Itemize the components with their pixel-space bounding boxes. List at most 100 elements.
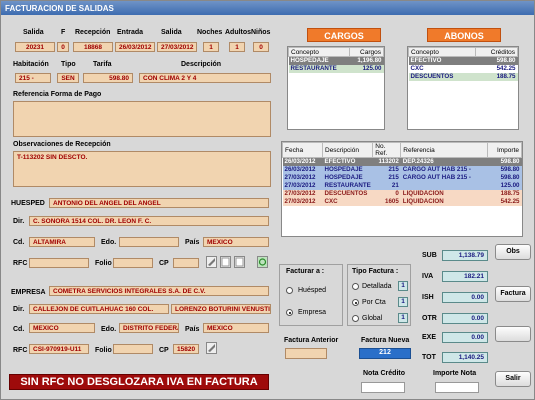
mov-cell-fecha: 27/03/2012 — [282, 173, 323, 182]
noches-field[interactable]: 1 — [203, 42, 219, 52]
mov-cell-fecha: 27/03/2012 — [282, 197, 323, 206]
huesped-pais-field[interactable]: MEXICO — [203, 237, 269, 247]
mov-col-referencia[interactable]: Referencia — [400, 142, 488, 158]
total-label-sub: SUB — [422, 252, 437, 259]
observaciones-label: Observaciones de Recepción — [13, 141, 111, 148]
abonos-row[interactable]: EFECTIVO 598.80 — [408, 56, 518, 65]
huesped-name-field[interactable]: ANTONIO DEL ANGEL DEL ANGEL — [49, 198, 269, 208]
mov-cell-ref: 21 — [372, 181, 401, 190]
abonos-grid[interactable]: Concepto Créditos EFECTIVO 598.80 CXC 542.2… — [407, 46, 519, 130]
mov-row[interactable]: 27/03/2012 HOSPEDAJE 215 CARGO AUT HAB 215 … — [282, 173, 522, 182]
document-copy-icon[interactable] — [234, 256, 245, 268]
importe-nota-field[interactable] — [435, 382, 479, 393]
cargos-col-concepto[interactable]: Concepto — [288, 47, 350, 57]
mov-cell-fecha: 26/03/2012 — [282, 165, 323, 174]
empresa-edo-field[interactable]: DISTRITO FEDERAL — [119, 323, 179, 333]
huesped-cp-field[interactable] — [173, 258, 199, 268]
cargos-row[interactable]: HOSPEDAJE 1,196.80 — [288, 56, 384, 65]
abonos-row[interactable]: DESCUENTOS 188.75 — [408, 72, 518, 81]
mov-cell-desc: DESCUENTOS — [322, 189, 373, 198]
label-tarifa: Tarifa — [93, 61, 112, 68]
label-noches: Noches — [197, 29, 223, 36]
abonos-col-creditos[interactable]: Créditos — [475, 47, 518, 57]
empresa-cd-field[interactable]: MEXICO — [29, 323, 95, 333]
radio-porcta[interactable] — [352, 299, 359, 306]
tool-icon[interactable] — [206, 256, 217, 268]
observaciones-field[interactable]: T-113202 SIN DESCTO. — [13, 151, 271, 187]
total-label-otr: OTR — [422, 315, 437, 322]
movimientos-grid[interactable]: Fecha Descripción No. Ref. Referencia Im… — [281, 141, 523, 237]
cargos-grid[interactable]: Concepto Cargos HOSPEDAJE 1,196.80 RESTAUR… — [287, 46, 385, 130]
ninos-field[interactable]: 0 — [253, 42, 269, 52]
empresa-pais-field[interactable]: MEXICO — [203, 323, 269, 333]
f-field[interactable]: 0 — [57, 42, 69, 52]
huesped-cd-field[interactable]: ALTAMIRA — [29, 237, 95, 247]
salida-fecha-field[interactable]: 27/03/2012 — [157, 42, 197, 52]
radio-detallada[interactable] — [352, 283, 359, 290]
huesped-rfc-field[interactable] — [29, 258, 89, 268]
tipo-factura-panel: Tipo Factura : Detallada 1 Por Cta 1 Glo… — [347, 264, 411, 326]
refresh-icon[interactable] — [257, 256, 268, 268]
total-value-tot: 1,140.25 — [442, 352, 488, 363]
cargos-row[interactable]: RESTAURANTE 125.00 — [288, 64, 384, 73]
mov-cell-importe: 598.80 — [487, 157, 522, 166]
empresa-dir-field[interactable]: CALLEJON DE CUITLAHUAC 160 COL. — [29, 304, 169, 314]
factura-anterior-field[interactable] — [285, 348, 327, 359]
huesped-dir-field[interactable]: C. SONORA 1514 COL. DR. LEON F. C. — [29, 216, 269, 226]
mov-cell-importe: 542.25 — [487, 197, 522, 206]
mov-row[interactable]: 26/03/2012 HOSPEDAJE 215 CARGO AUT HAB 215 … — [282, 165, 522, 174]
empresa-edo-label: Edo. — [101, 326, 117, 333]
mov-col-importe[interactable]: Importe — [487, 142, 522, 158]
habitacion-field[interactable]: 215 - — [15, 73, 51, 83]
mov-cell-importe: 125.00 — [487, 181, 522, 190]
nota-credito-field[interactable] — [361, 382, 405, 393]
blank-button[interactable] — [495, 326, 531, 342]
abonos-cell-concepto: DESCUENTOS — [408, 72, 476, 81]
empresa-rfc-field[interactable]: CSI-970919-U11 — [29, 344, 89, 354]
mov-col-fecha[interactable]: Fecha — [282, 142, 323, 158]
ref-forma-pago-field[interactable] — [13, 101, 271, 137]
radio-huesped[interactable] — [286, 287, 293, 294]
empresa-name-field[interactable]: COMETRA SERVICIOS INTEGRALES S.A. DE C.V… — [49, 286, 269, 296]
salida-field[interactable]: 20231 — [15, 42, 55, 52]
mov-col-descripcion[interactable]: Descripción — [321, 142, 374, 158]
mov-row[interactable]: 27/03/2012 CXC 1605 LIQUIDACION 542.25 — [282, 197, 522, 206]
radio-empresa[interactable] — [286, 309, 293, 316]
salir-button[interactable]: Salir — [495, 371, 531, 387]
abonos-row[interactable]: CXC 542.25 — [409, 65, 518, 73]
cargos-col-cargos[interactable]: Cargos — [348, 47, 384, 57]
abonos-col-concepto[interactable]: Concepto — [408, 47, 477, 57]
facturar-a-label: Facturar a : — [286, 268, 325, 275]
label-tipo: Tipo — [61, 61, 76, 68]
mov-col-noref[interactable]: No. Ref. — [372, 142, 402, 158]
tipo-field[interactable]: SEN — [57, 73, 79, 83]
mov-row[interactable]: 27/03/2012 RESTAURANTE 21 125.00 — [282, 181, 522, 190]
cargos-cell-concepto: RESTAURANTE — [288, 64, 350, 73]
mov-row[interactable]: 27/03/2012 DESCUENTOS 0 LIQUIDACION 188.75 — [282, 189, 522, 198]
mov-cell-referencia: LIQUIDACION — [400, 189, 488, 198]
obs-button[interactable]: Obs — [495, 244, 531, 260]
empresa-dir2-field[interactable]: LORENZO BOTURINI VENUSTIA — [171, 304, 271, 314]
huesped-folio-field[interactable] — [113, 258, 153, 268]
recepcion-field[interactable]: 18868 — [73, 42, 113, 52]
mov-cell-fecha: 26/03/2012 — [282, 157, 323, 166]
adultos-field[interactable]: 1 — [229, 42, 245, 52]
huesped-edo-field[interactable] — [119, 237, 179, 247]
tarifa-field[interactable]: 598.80 — [83, 73, 133, 83]
radio-global[interactable] — [352, 315, 359, 322]
empresa-rfc-label: RFC — [13, 347, 28, 354]
radio-detallada-label: Detallada — [362, 283, 392, 290]
empresa-folio-field[interactable] — [113, 344, 153, 354]
mov-cell-referencia: CARGO AUT HAB 215 - — [400, 165, 488, 174]
label-descripcion: Descripción — [181, 61, 222, 68]
factura-button[interactable]: Factura — [495, 286, 531, 302]
mov-row[interactable]: 26/03/2012 EFECTIVO 113202 DEP.24326 598.80 — [282, 157, 522, 166]
descripcion-field[interactable]: CON CLIMA 2 Y 4 — [139, 73, 271, 83]
document-icon[interactable] — [220, 256, 231, 268]
entrada-field[interactable]: 26/03/2012 — [115, 42, 155, 52]
empresa-cp-field[interactable]: 15820 — [173, 344, 199, 354]
global-count: 1 — [398, 313, 408, 323]
ref-forma-pago-label: Referencia Forma de Pago — [13, 91, 102, 98]
empresa-folio-label: Folio — [95, 347, 112, 354]
tool-icon[interactable] — [206, 342, 217, 354]
